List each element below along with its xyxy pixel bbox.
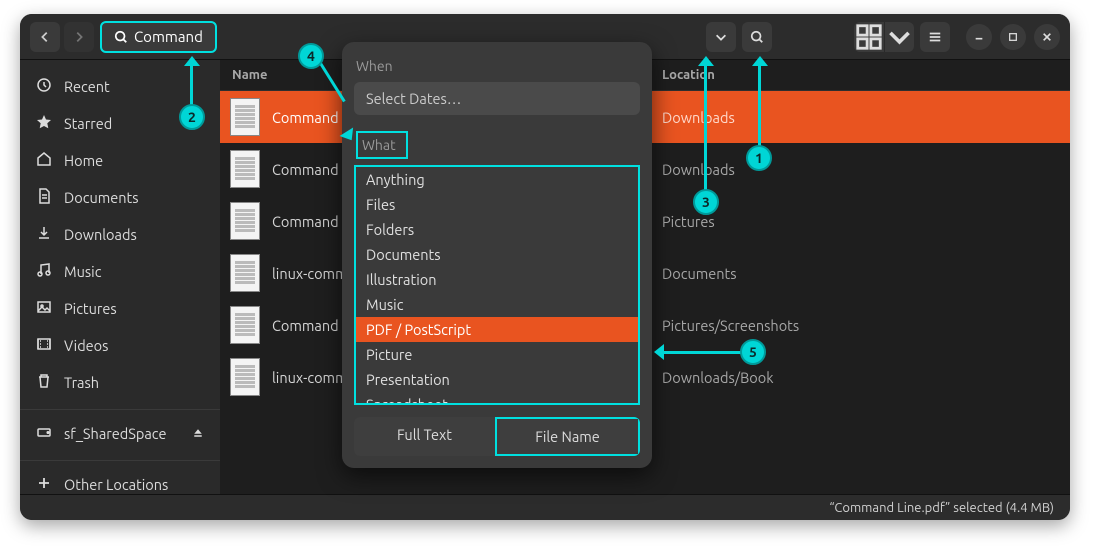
sidebar-item-label: Trash: [64, 374, 99, 391]
trash-icon: [36, 373, 52, 392]
file-thumbnail: [230, 254, 260, 292]
search-mode-segment: Full Text File Name: [354, 417, 640, 456]
what-option[interactable]: Documents: [356, 242, 638, 267]
file-thumbnail: [230, 306, 260, 344]
what-option[interactable]: Picture: [356, 342, 638, 367]
annotation-3: 3: [693, 189, 719, 215]
search-icon: [114, 30, 128, 44]
sidebar-item-label: Videos: [64, 337, 108, 354]
full-text-button[interactable]: Full Text: [354, 417, 495, 456]
download-icon: [36, 225, 52, 244]
maximize-button[interactable]: [1000, 24, 1026, 50]
clock-icon: [36, 77, 52, 96]
file-thumbnail: [230, 358, 260, 396]
search-options-panel: When Select Dates… What AnythingFilesFol…: [342, 42, 652, 468]
plus-icon: [36, 475, 52, 494]
sidebar-item-label: Other Locations: [64, 476, 168, 493]
sidebar-item-label: sf_SharedSpace: [64, 425, 166, 442]
close-button[interactable]: [1034, 24, 1060, 50]
sidebar-item-label: Pictures: [64, 300, 117, 317]
annotation-2: 2: [179, 104, 205, 130]
sidebar-item-label: Documents: [64, 189, 139, 206]
what-option[interactable]: Files: [356, 192, 638, 217]
sidebar-item-home[interactable]: Home: [20, 142, 220, 179]
annotation-4: 4: [298, 43, 324, 69]
file-thumbnail: [230, 150, 260, 188]
what-option[interactable]: Presentation: [356, 367, 638, 392]
home-icon: [36, 151, 52, 170]
file-thumbnail: [230, 98, 260, 136]
sidebar-item-pictures[interactable]: Pictures: [20, 290, 220, 327]
search-toggle-button[interactable]: [742, 22, 772, 52]
minimize-button[interactable]: [966, 24, 992, 50]
what-option[interactable]: Folders: [356, 217, 638, 242]
col-header-location[interactable]: Location: [648, 68, 1060, 82]
annotation-5: 5: [740, 339, 766, 365]
picture-icon: [36, 299, 52, 318]
search-text: Command: [134, 28, 203, 45]
search-options-dropdown-button[interactable]: [706, 22, 736, 52]
document-icon: [36, 188, 52, 207]
back-button[interactable]: [30, 22, 60, 52]
sidebar-item-sf-sharedspace[interactable]: sf_SharedSpace: [20, 409, 220, 452]
what-option[interactable]: Spreadsheet: [356, 392, 638, 405]
statusbar: “Command Line.pdf” selected (4.4 MB): [20, 494, 1070, 520]
sidebar-item-videos[interactable]: Videos: [20, 327, 220, 364]
disk-icon: [36, 424, 52, 443]
cell-location: Pictures/Screenshots: [648, 317, 1060, 334]
eject-icon[interactable]: [192, 425, 204, 442]
star-icon: [36, 114, 52, 133]
when-label: When: [356, 58, 638, 74]
what-label: What: [356, 131, 408, 159]
what-option[interactable]: Anything: [356, 167, 638, 192]
sidebar-item-downloads[interactable]: Downloads: [20, 216, 220, 253]
cell-location: Pictures: [648, 213, 1060, 230]
sidebar-item-trash[interactable]: Trash: [20, 364, 220, 401]
cell-location: Downloads: [648, 161, 1060, 178]
status-text: “Command Line.pdf” selected (4.4 MB): [829, 501, 1054, 515]
file-name-button[interactable]: File Name: [495, 417, 640, 456]
view-switcher: [854, 22, 914, 52]
select-dates-button[interactable]: Select Dates…: [354, 82, 640, 115]
file-thumbnail: [230, 202, 260, 240]
cell-location: Documents: [648, 265, 1060, 282]
sidebar-item-other-locations[interactable]: Other Locations: [20, 460, 220, 494]
sidebar-item-documents[interactable]: Documents: [20, 179, 220, 216]
sidebar-item-label: Starred: [64, 115, 112, 132]
search-field[interactable]: Command: [100, 21, 217, 53]
sidebar-item-label: Music: [64, 263, 101, 280]
music-icon: [36, 262, 52, 281]
icon-view-button[interactable]: [854, 22, 884, 52]
sidebar-item-label: Downloads: [64, 226, 137, 243]
sidebar-item-label: Recent: [64, 78, 110, 95]
hamburger-menu-button[interactable]: [920, 22, 950, 52]
sidebar-item-label: Home: [64, 152, 103, 169]
annotation-1: 1: [746, 145, 772, 171]
video-icon: [36, 336, 52, 355]
view-options-button[interactable]: [884, 22, 914, 52]
what-option[interactable]: Music: [356, 292, 638, 317]
what-option[interactable]: PDF / PostScript: [356, 317, 638, 342]
sidebar-item-music[interactable]: Music: [20, 253, 220, 290]
cell-location: Downloads/Book: [648, 369, 1060, 386]
forward-button[interactable]: [64, 22, 94, 52]
what-option[interactable]: Illustration: [356, 267, 638, 292]
what-type-list[interactable]: AnythingFilesFoldersDocumentsIllustratio…: [354, 165, 640, 405]
cell-location: Downloads: [648, 109, 1060, 126]
